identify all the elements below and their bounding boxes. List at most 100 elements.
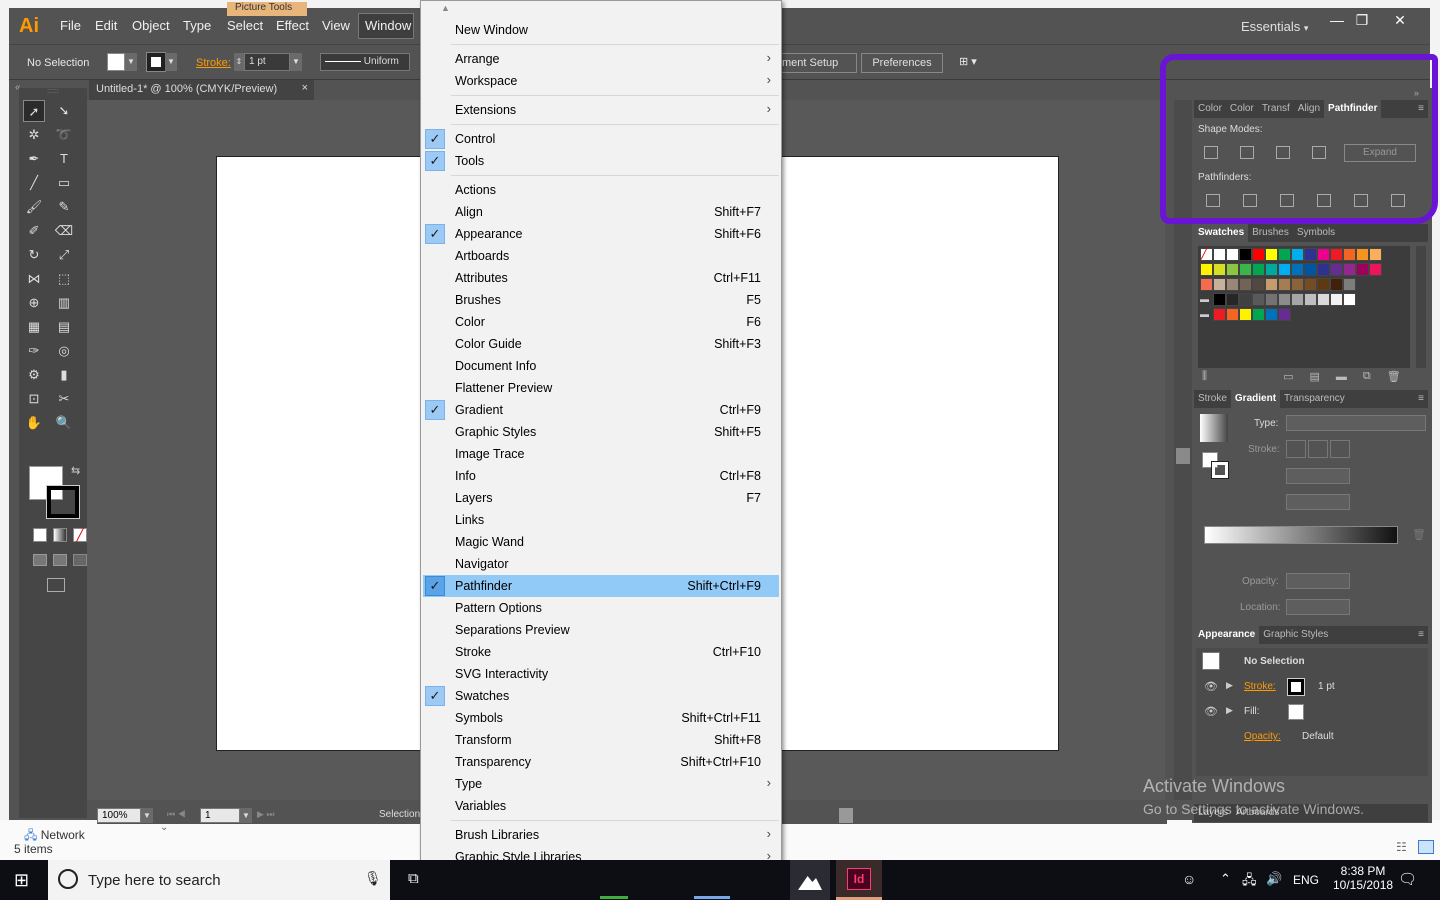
menu-item-flattener-preview[interactable]: Flattener Preview (423, 377, 779, 399)
stroke-across-icon[interactable] (1330, 440, 1350, 458)
swatch[interactable] (1213, 263, 1226, 276)
swatch[interactable] (1343, 293, 1356, 306)
swatch[interactable] (1330, 278, 1343, 291)
appearance-opacity-label[interactable]: Opacity: (1244, 731, 1281, 742)
color-group-folder-icon[interactable]: ▬ (1200, 308, 1213, 321)
symbol-sprayer-tool-icon[interactable]: ⚙ (23, 364, 45, 386)
gradient-slider[interactable] (1204, 526, 1398, 544)
swatch[interactable] (1317, 248, 1330, 261)
swatch[interactable] (1265, 263, 1278, 276)
stroke-weight-input[interactable]: 1 pt (244, 53, 290, 71)
document-setup-button[interactable]: ment Setup (779, 53, 857, 73)
swatch[interactable] (1356, 248, 1369, 261)
disclosure-triangle-icon[interactable]: ▶ (1226, 680, 1233, 691)
swatch[interactable] (1291, 293, 1304, 306)
column-graph-tool-icon[interactable]: ▮ (53, 364, 75, 386)
menu-item-control[interactable]: ✓ Control (423, 128, 779, 150)
menu-item-tools[interactable]: ✓ Tools (423, 150, 779, 172)
swatch[interactable] (1369, 248, 1382, 261)
swatch[interactable] (1200, 263, 1213, 276)
menu-select[interactable]: Select (227, 18, 263, 33)
menu-item-info[interactable]: Info Ctrl+F8 (423, 465, 779, 487)
menu-item-svg-interactivity[interactable]: SVG Interactivity (423, 663, 779, 685)
width-tool-icon[interactable]: ⋈ (23, 268, 45, 290)
swatch[interactable] (1200, 278, 1213, 291)
swatch[interactable] (1213, 278, 1226, 291)
menu-item-navigator[interactable]: Navigator (423, 553, 779, 575)
swatch[interactable] (1213, 293, 1226, 306)
swatch[interactable] (1278, 278, 1291, 291)
swatch[interactable] (1278, 263, 1291, 276)
swatch[interactable] (1343, 248, 1356, 261)
swatch[interactable] (1330, 248, 1343, 261)
stroke-color-box[interactable] (46, 485, 80, 519)
swatch[interactable] (1343, 263, 1356, 276)
swatch[interactable] (1317, 263, 1330, 276)
rectangle-tool-icon[interactable]: ▭ (53, 172, 75, 194)
picture-tools-tab[interactable]: Picture Tools (227, 2, 307, 16)
task-view-icon[interactable]: ⧉ (408, 870, 419, 887)
blob-brush-tool-icon[interactable]: ✐ (23, 220, 45, 242)
delete-swatch-icon[interactable]: 🗑 (1387, 370, 1401, 383)
chevron-up-icon[interactable]: ⌃ (1220, 871, 1231, 887)
people-icon[interactable]: ☺ (1182, 871, 1196, 887)
menu-item-links[interactable]: Links (423, 509, 779, 531)
swatch-library-icon[interactable]: ⫼ (1202, 370, 1207, 383)
none-mode-icon[interactable]: ╱ (73, 528, 87, 542)
swatch[interactable] (1330, 293, 1343, 306)
maximize-button[interactable]: ❐ (1347, 12, 1377, 34)
menu-item-artboards[interactable]: Artboards (423, 245, 779, 267)
details-view-icon[interactable]: ☷ (1396, 840, 1407, 854)
tab-transparency[interactable]: Transparency (1280, 390, 1349, 408)
fill-control[interactable]: ▼ (107, 53, 137, 71)
color-mode-icon[interactable] (33, 528, 47, 542)
menu-item-workspace[interactable]: Workspace › (423, 70, 779, 92)
stroke-swatch[interactable] (146, 52, 166, 72)
gradient-angle-field[interactable] (1286, 468, 1350, 484)
panel-menu-icon[interactable]: ≡ (1414, 390, 1428, 408)
menu-item-stroke[interactable]: Stroke Ctrl+F10 (423, 641, 779, 663)
menu-edit[interactable]: Edit (95, 18, 117, 33)
menu-item-graphic-styles[interactable]: Graphic Styles Shift+F5 (423, 421, 779, 443)
swatch[interactable] (1304, 263, 1317, 276)
menu-item-actions[interactable]: Actions (423, 179, 779, 201)
preferences-button[interactable]: Preferences (861, 53, 943, 73)
menu-item-type[interactable]: Type › (423, 773, 779, 795)
zoom-tool-icon[interactable]: 🔍 (53, 412, 75, 434)
menu-item-arrange[interactable]: Arrange › (423, 48, 779, 70)
lasso-tool-icon[interactable]: ➰ (53, 124, 75, 146)
eye-icon[interactable]: 👁 (1204, 680, 1218, 693)
swatch[interactable] (1213, 308, 1226, 321)
appearance-stroke-label[interactable]: Stroke: (1244, 681, 1276, 692)
swatch[interactable] (1330, 263, 1343, 276)
fill-swatch[interactable] (107, 53, 125, 71)
direct-selection-tool-icon[interactable]: ➘ (53, 100, 75, 122)
menu-item-gradient[interactable]: ✓ Gradient Ctrl+F9 (423, 399, 779, 421)
horizontal-scroll-thumb[interactable] (839, 808, 853, 823)
swatch[interactable] (1239, 293, 1252, 306)
menu-item-symbols[interactable]: Symbols Shift+Ctrl+F11 (423, 707, 779, 729)
panel-menu-icon[interactable]: ≡ (1414, 626, 1428, 644)
appearance-fill-swatch[interactable] (1288, 704, 1304, 720)
swatch[interactable] (1369, 263, 1382, 276)
free-transform-tool-icon[interactable]: ⬚ (53, 268, 75, 290)
blend-tool-icon[interactable]: ◎ (53, 340, 75, 362)
chevron-down-icon[interactable]: ▼ (290, 53, 302, 71)
next-artboard-icon[interactable]: ▶ ⏭ (257, 809, 275, 820)
menu-item-separations-preview[interactable]: Separations Preview (423, 619, 779, 641)
menu-item-appearance[interactable]: ✓ Appearance Shift+F6 (423, 223, 779, 245)
gradient-tool-icon[interactable]: ▤ (53, 316, 75, 338)
stroke-within-icon[interactable] (1286, 440, 1306, 458)
stepper-icon[interactable]: ⇕ (234, 53, 244, 71)
gradient-opacity-field[interactable] (1286, 573, 1350, 589)
windows-start-icon[interactable]: ⊞ (14, 870, 29, 891)
menu-item-extensions[interactable]: Extensions › (423, 99, 779, 121)
menu-file[interactable]: File (60, 18, 81, 33)
swatch[interactable] (1226, 293, 1239, 306)
gradient-type-select[interactable] (1286, 415, 1426, 431)
menu-item-brushes[interactable]: Brushes F5 (423, 289, 779, 311)
zoom-field[interactable]: 100% (97, 808, 141, 823)
swatch[interactable] (1252, 293, 1265, 306)
appearance-stroke-weight[interactable]: 1 pt (1318, 681, 1335, 692)
menu-item-document-info[interactable]: Document Info (423, 355, 779, 377)
